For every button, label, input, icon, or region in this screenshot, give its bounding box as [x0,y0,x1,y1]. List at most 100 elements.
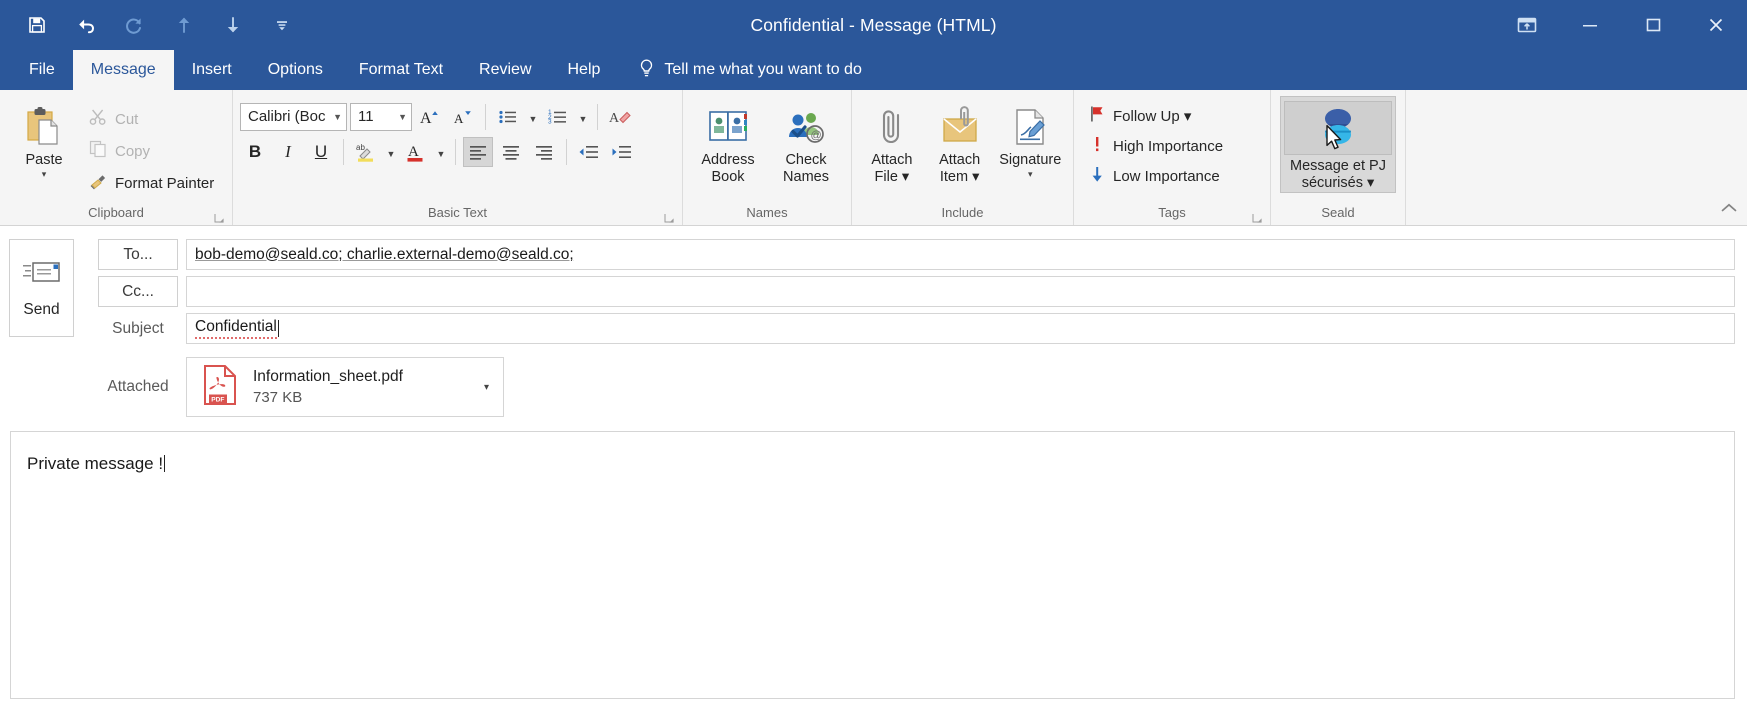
copy-button[interactable]: Copy [81,136,221,166]
low-importance-button[interactable]: Low Importance [1081,161,1230,191]
signature-icon [1010,102,1050,152]
cut-button[interactable]: Cut [81,104,221,134]
bold-button[interactable]: B [240,137,270,167]
numbering-dropdown-icon[interactable]: ▼ [576,102,590,132]
customize-quick-access-toolbar-icon[interactable] [267,10,297,40]
signature-label: Signature [999,152,1062,168]
maximize-button[interactable] [1621,0,1684,50]
ribbon-group-seald: Message et PJ sécurisés ▾ Seald [1271,90,1406,225]
tab-options[interactable]: Options [250,50,341,90]
paste-button[interactable]: Paste ▾ [7,98,81,180]
attach-file-button[interactable]: Attach File ▾ [859,98,925,187]
attach-item-button[interactable]: Attach Item ▾ [927,98,993,187]
text-highlight-color-button[interactable]: ab [351,137,381,167]
font-name-combo[interactable]: Calibri (Boc ▼ [240,102,347,131]
attach-item-icon [939,102,981,152]
numbering-button[interactable]: 123 [543,102,573,132]
exclamation-icon [1088,134,1106,159]
signature-caret-icon[interactable]: ▾ [1028,170,1033,179]
format-painter-button[interactable]: Format Painter [81,168,221,198]
attachment-dropdown-icon[interactable]: ▾ [476,382,497,393]
align-right-button[interactable] [529,137,559,167]
increase-indent-button[interactable] [607,137,637,167]
previous-item-icon[interactable] [169,10,199,40]
svg-text:A: A [609,111,620,126]
font-name-dropdown-icon[interactable]: ▼ [328,112,342,122]
attachment-item[interactable]: PDF Information_sheet.pdf 737 KB ▾ [186,357,504,417]
ribbon-group-clipboard: Paste ▾ Cut Copy Format Painter Clipboar… [0,90,233,225]
redo-icon[interactable] [120,10,150,40]
font-name-value: Calibri (Boc [248,108,326,125]
cc-row: Cc... [98,276,1735,307]
grow-font-button[interactable]: A [415,102,445,132]
to-button[interactable]: To... [98,239,178,270]
cc-button[interactable]: Cc... [98,276,178,307]
tags-dialog-launcher[interactable] [1252,211,1263,223]
tab-review[interactable]: Review [461,50,549,90]
collapse-ribbon-button[interactable] [1720,201,1738,219]
subject-label: Subject [112,319,164,337]
basic-text-dialog-launcher[interactable] [664,211,675,223]
align-center-button[interactable] [496,137,526,167]
subject-text-caret [277,320,279,337]
tab-file[interactable]: File [11,50,73,90]
italic-button[interactable]: I [273,137,303,167]
seald-secure-message-button[interactable]: Message et PJ sécurisés ▾ [1280,96,1396,193]
send-button[interactable]: Send [9,239,74,337]
clipboard-dialog-launcher[interactable] [214,211,225,223]
attached-label: Attached [107,378,169,395]
tab-insert[interactable]: Insert [174,50,250,90]
next-item-icon[interactable] [218,10,248,40]
font-size-dropdown-icon[interactable]: ▼ [393,112,407,122]
pdf-file-icon: PDF [201,363,239,412]
address-book-icon [706,102,750,152]
send-label: Send [23,301,60,318]
cut-label: Cut [115,110,139,128]
high-importance-button[interactable]: High Importance [1081,131,1230,161]
address-book-button[interactable]: Address Book [690,98,766,187]
paste-caret-icon[interactable]: ▾ [42,170,47,179]
message-body[interactable]: Private message ! [10,431,1735,699]
bullets-dropdown-icon[interactable]: ▼ [526,102,540,132]
to-value: bob-demo@seald.co; charlie.external-demo… [195,245,574,263]
tab-format-text[interactable]: Format Text [341,50,461,90]
to-row: To... bob-demo@seald.co; charlie.externa… [98,239,1735,270]
svg-text:A: A [420,110,432,127]
follow-up-button[interactable]: Follow Up ▾ [1081,101,1230,131]
to-input[interactable]: bob-demo@seald.co; charlie.external-demo… [186,239,1735,270]
check-names-label: Check Names [783,152,829,185]
group-label-basic-text: Basic Text [427,205,487,220]
tell-me-search[interactable]: Tell me what you want to do [618,50,877,90]
align-left-button[interactable] [463,136,493,167]
underline-button[interactable]: U [306,137,336,167]
tab-message[interactable]: Message [72,50,174,90]
font-size-combo[interactable]: 11 ▼ [350,102,412,131]
clear-formatting-button[interactable]: A [605,102,635,132]
high-importance-label: High Importance [1113,137,1224,155]
highlight-dropdown-icon[interactable]: ▼ [384,137,398,167]
undo-icon[interactable] [71,10,101,40]
ribbon-display-options-button[interactable] [1495,0,1558,50]
seald-button-label: Message et PJ sécurisés ▾ [1290,158,1386,191]
down-arrow-icon [1088,164,1106,189]
decrease-indent-button[interactable] [574,137,604,167]
close-button[interactable] [1684,0,1747,50]
group-label-names: Names [746,205,788,220]
shrink-font-button[interactable]: A [448,102,478,132]
quick-access-toolbar [0,10,297,40]
bullets-button[interactable] [493,102,523,132]
subject-input[interactable]: Confidential [186,313,1735,344]
tab-help[interactable]: Help [550,50,619,90]
check-names-button[interactable]: @ Check Names [768,98,844,187]
attachment-file-name: Information_sheet.pdf [253,368,403,385]
ribbon-tab-bar: File Message Insert Options Format Text … [0,50,1747,90]
cc-input[interactable] [186,276,1735,307]
signature-button[interactable]: Signature ▾ [995,98,1067,180]
font-color-dropdown-icon[interactable]: ▼ [434,137,448,167]
minimize-button[interactable] [1558,0,1621,50]
subject-row: Subject Confidential [98,313,1735,344]
copy-label: Copy [115,142,151,160]
font-color-button[interactable]: A [401,137,431,167]
format-painter-label: Format Painter [115,174,215,192]
save-icon[interactable] [22,10,52,40]
